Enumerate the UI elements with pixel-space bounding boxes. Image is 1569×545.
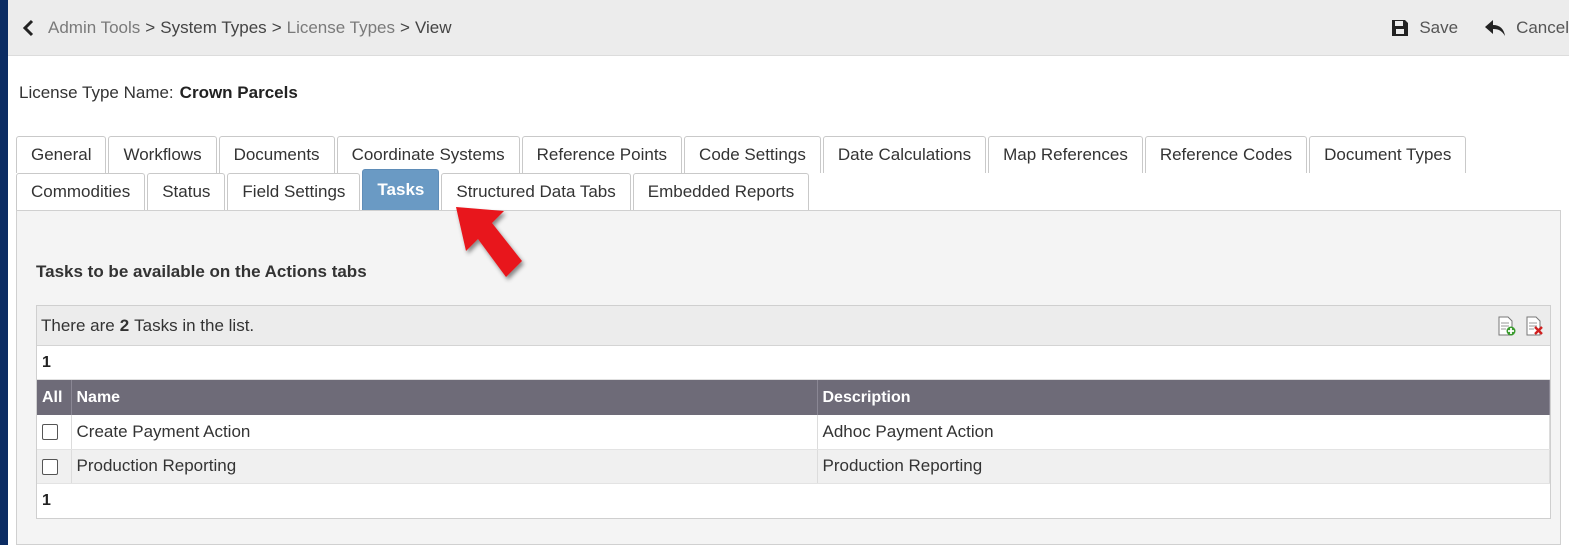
license-type-label: License Type Name:: [19, 83, 174, 102]
breadcrumb-view: View: [414, 17, 452, 37]
cancel-label: Cancel: [1516, 18, 1569, 37]
top-toolbar: Admin Tools > System Types > License Typ…: [8, 0, 1569, 56]
row-select-cell: [37, 415, 72, 450]
tab-workflows[interactable]: Workflows: [108, 136, 217, 173]
section-title: Tasks to be available on the Actions tab…: [36, 262, 367, 281]
tab-row-2: Commodities Status Field Settings Tasks …: [16, 169, 811, 210]
tab-status[interactable]: Status: [147, 173, 226, 210]
page-number[interactable]: 1: [42, 354, 51, 372]
tasks-grid: There are 2 Tasks in the list. 1 All Nam…: [36, 305, 1551, 519]
tab-code-settings[interactable]: Code Settings: [684, 136, 821, 173]
toolbar-actions: Save Cancel: [1390, 0, 1569, 56]
tab-document-types[interactable]: Document Types: [1309, 136, 1467, 173]
app-frame: Admin Tools > System Types > License Typ…: [8, 0, 1569, 545]
breadcrumb-license-types[interactable]: License Types: [287, 18, 395, 38]
summary-suffix: Tasks in the list.: [134, 315, 255, 335]
undo-arrow-icon: [1485, 20, 1506, 36]
row-checkbox[interactable]: [42, 458, 58, 475]
tabs-area: General Workflows Documents Coordinate S…: [8, 131, 1569, 545]
breadcrumb-admin-tools[interactable]: Admin Tools: [48, 18, 140, 38]
cancel-button[interactable]: Cancel: [1483, 18, 1569, 38]
save-icon: [1392, 20, 1409, 36]
breadcrumb-separator: >: [145, 17, 156, 37]
tab-map-references[interactable]: Map References: [988, 136, 1143, 173]
tab-coordinate-systems[interactable]: Coordinate Systems: [336, 136, 520, 173]
tab-documents[interactable]: Documents: [218, 136, 335, 173]
table-header-row: All Name Description: [37, 380, 1550, 415]
grid-actions: [1496, 316, 1544, 336]
summary-prefix: There are: [41, 315, 115, 335]
task-count: 2: [119, 315, 130, 335]
column-name[interactable]: Name: [71, 380, 818, 415]
breadcrumb-system-types[interactable]: System Types: [160, 18, 266, 38]
breadcrumb-separator: >: [271, 17, 282, 37]
tasks-panel: Tasks to be available on the Actions tab…: [16, 210, 1561, 545]
task-description: Production Reporting: [817, 449, 1550, 484]
save-label: Save: [1419, 18, 1459, 37]
annotation-arrow: [456, 207, 522, 277]
tasks-table: All Name Description Create Payment Acti…: [37, 380, 1550, 484]
chevron-left-icon: [22, 19, 34, 36]
tab-reference-codes[interactable]: Reference Codes: [1144, 136, 1308, 173]
tab-commodities[interactable]: Commodities: [16, 173, 146, 210]
tab-field-settings[interactable]: Field Settings: [227, 173, 361, 210]
column-all[interactable]: All: [37, 380, 72, 415]
tab-date-calculations[interactable]: Date Calculations: [822, 136, 987, 173]
breadcrumb: Admin Tools > System Types > License Typ…: [48, 18, 451, 38]
tab-tasks[interactable]: Tasks: [362, 169, 440, 210]
delete-row-icon[interactable]: [1524, 316, 1544, 336]
task-name: Production Reporting: [71, 449, 818, 484]
table-row: Create Payment Action Adhoc Payment Acti…: [37, 415, 1550, 450]
tab-general[interactable]: General: [16, 136, 107, 173]
license-type-value: Crown Parcels: [179, 83, 298, 102]
back-button[interactable]: [8, 19, 48, 37]
table-row: Production Reporting Production Reportin…: [37, 449, 1550, 484]
add-row-icon[interactable]: [1496, 316, 1516, 336]
pager-bottom: 1: [37, 484, 1550, 518]
tab-row-1: General Workflows Documents Coordinate S…: [16, 136, 1468, 173]
license-type-info: License Type Name: Crown Parcels: [8, 56, 1569, 131]
page-number[interactable]: 1: [42, 492, 51, 510]
grid-summary: There are 2 Tasks in the list.: [37, 306, 1550, 346]
tab-reference-points[interactable]: Reference Points: [521, 136, 683, 173]
column-description[interactable]: Description: [817, 380, 1550, 415]
breadcrumb-separator: >: [400, 17, 410, 37]
task-description: Adhoc Payment Action: [817, 415, 1550, 450]
pager-top: 1: [37, 346, 1550, 380]
row-select-cell: [37, 449, 72, 484]
tab-embedded-reports[interactable]: Embedded Reports: [632, 173, 810, 210]
task-name: Create Payment Action: [71, 415, 818, 450]
save-button[interactable]: Save: [1390, 18, 1458, 38]
row-checkbox[interactable]: [42, 424, 58, 441]
